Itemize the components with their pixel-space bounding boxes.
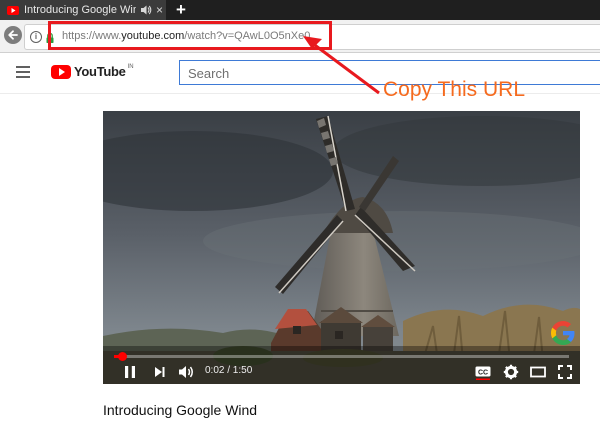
video-title: Introducing Google Wind: [103, 402, 258, 418]
annotation-label: Copy This URL: [383, 78, 525, 101]
youtube-play-logo-icon: [51, 65, 71, 79]
youtube-logo-text: YouTube: [74, 64, 126, 79]
youtube-favicon-icon: [7, 5, 19, 15]
new-tab-button[interactable]: +: [172, 0, 190, 20]
tab-strip: Introducing Google Wind × +: [0, 0, 600, 20]
svg-text:CC: CC: [478, 370, 488, 377]
time-display: 0:02 / 1:50: [205, 365, 253, 376]
player-controls: 0:02 / 1:50 CC: [103, 361, 580, 384]
browser-tab[interactable]: Introducing Google Wind ×: [0, 0, 166, 20]
country-code: IN: [127, 64, 134, 70]
next-video-icon[interactable]: [152, 364, 168, 380]
tab-title: Introducing Google Wind: [24, 4, 136, 16]
video-frame: [103, 111, 580, 384]
back-button[interactable]: [4, 26, 22, 44]
video-player[interactable]: 0:02 / 1:50 CC: [103, 111, 580, 384]
captions-icon[interactable]: CC: [474, 364, 492, 380]
progress-bar[interactable]: [114, 352, 569, 361]
volume-icon[interactable]: [178, 364, 196, 380]
settings-gear-icon[interactable]: [503, 364, 519, 380]
pause-icon[interactable]: [122, 364, 138, 380]
url-highlight-box: [48, 21, 332, 50]
fullscreen-icon[interactable]: [557, 364, 573, 380]
tab-close-icon[interactable]: ×: [156, 2, 163, 18]
youtube-logo[interactable]: YouTube IN: [51, 64, 134, 80]
back-arrow-icon: [8, 30, 18, 40]
speaker-icon[interactable]: [140, 4, 152, 16]
info-icon[interactable]: i: [30, 31, 42, 43]
google-logo-icon: [551, 321, 575, 345]
theater-mode-icon[interactable]: [529, 364, 547, 380]
menu-icon[interactable]: [16, 66, 30, 78]
